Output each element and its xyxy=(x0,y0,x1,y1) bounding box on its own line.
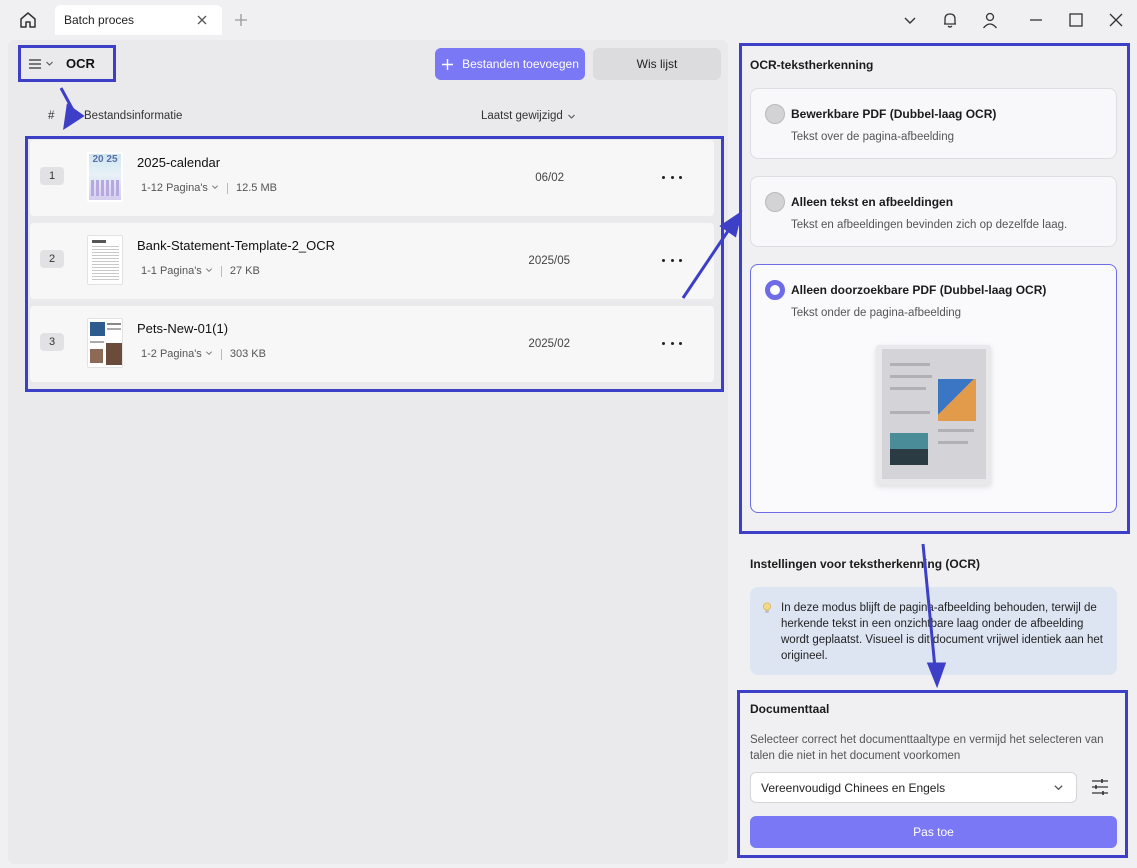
file-size: 12.5 MB xyxy=(236,182,277,194)
more-options-button[interactable] xyxy=(662,253,682,267)
file-size: 27 KB xyxy=(229,265,260,277)
row-number: 3 xyxy=(40,333,64,351)
file-date: 2025/02 xyxy=(528,338,570,350)
tab-batch-process[interactable]: Batch proces xyxy=(55,5,222,35)
more-icon xyxy=(662,341,682,345)
chevron-down-icon xyxy=(904,17,916,24)
row-number: 1 xyxy=(40,167,64,185)
page-range-select[interactable]: 1-1 Pagina's xyxy=(141,265,213,277)
file-size: 303 KB xyxy=(229,348,266,360)
thumbnail-text: 20 25 xyxy=(92,154,118,165)
option-desc: Tekst en afbeeldingen bevinden zich op d… xyxy=(791,219,1068,231)
radio-text-images[interactable] xyxy=(765,192,785,212)
tab-title: Batch proces xyxy=(64,13,135,27)
close-icon xyxy=(1109,13,1123,27)
row-number: 2 xyxy=(40,250,64,268)
chevron-down-icon xyxy=(567,114,575,119)
sliders-icon[interactable] xyxy=(1090,777,1110,797)
option-desc: Tekst onder de pagina-afbeelding xyxy=(791,307,962,319)
option-title: Alleen doorzoekbare PDF (Dubbel-laag OCR… xyxy=(791,283,1047,297)
language-select[interactable]: Vereenvoudigd Chinees en Engels xyxy=(750,772,1077,803)
notifications-button[interactable] xyxy=(940,10,960,30)
page-range: 1-12 Pagina's xyxy=(141,182,208,194)
apply-button[interactable]: Pas toe xyxy=(750,816,1117,848)
language-section-title: Documenttaal xyxy=(750,702,830,716)
close-window-button[interactable] xyxy=(1106,10,1126,30)
settings-section-title: Instellingen voor tekstherkenning (OCR) xyxy=(750,557,981,571)
column-header-modified-label: Laatst gewijzigd xyxy=(481,110,563,122)
clear-list-label: Wis lijst xyxy=(636,57,678,71)
option-desc: Tekst over de pagina-afbeelding xyxy=(791,131,955,143)
radio-searchable[interactable] xyxy=(765,280,785,300)
minimize-icon xyxy=(1030,19,1042,21)
bell-icon xyxy=(944,13,956,28)
file-thumbnail xyxy=(87,235,123,285)
more-icon xyxy=(662,175,682,179)
info-box: In deze modus blijft de pagina-afbeeldin… xyxy=(750,587,1117,675)
table-row[interactable]: 1 20 25 2025-calendar 1-12 Pagina's 12.5… xyxy=(30,140,714,216)
bulb-icon xyxy=(763,602,771,613)
language-desc: Selecteer correct het documenttaaltype e… xyxy=(750,734,1104,762)
file-name: Bank-Statement-Template-2_OCR xyxy=(137,238,335,253)
account-button[interactable] xyxy=(980,10,1000,30)
ocr-section-title: OCR-tekstherkenning xyxy=(750,58,874,72)
file-thumbnail: 20 25 xyxy=(87,152,123,202)
radio-editable[interactable] xyxy=(765,104,785,124)
hamburger-icon xyxy=(29,58,41,69)
option-title: Bewerkbare PDF (Dubbel-laag OCR) xyxy=(791,107,997,121)
ocr-option-text-images[interactable]: Alleen tekst en afbeeldingen Tekst en af… xyxy=(750,176,1117,247)
file-date: 06/02 xyxy=(535,172,564,184)
page-range: 1-2 Pagina's xyxy=(141,348,202,360)
page-range-select[interactable]: 1-12 Pagina's xyxy=(141,182,219,194)
more-options-button[interactable] xyxy=(662,170,682,184)
more-icon xyxy=(662,258,682,262)
table-row[interactable]: 3 Pets-New-01(1) 1-2 Pagina's 303 KB 202… xyxy=(30,306,714,382)
chevron-down-icon xyxy=(205,268,212,273)
file-thumbnail xyxy=(87,318,123,368)
minimize-button[interactable] xyxy=(1026,10,1046,30)
page-range-select[interactable]: 1-2 Pagina's xyxy=(141,348,213,360)
more-options-button[interactable] xyxy=(662,336,682,350)
chevron-down-icon xyxy=(1054,785,1063,791)
chevron-down-icon xyxy=(205,351,212,356)
option-title: Alleen tekst en afbeeldingen xyxy=(791,195,954,209)
file-meta: 1-2 Pagina's 303 KB xyxy=(141,348,266,360)
title-bar: Batch proces xyxy=(0,0,1137,40)
home-button[interactable] xyxy=(14,8,42,32)
ocr-option-searchable[interactable]: Alleen doorzoekbare PDF (Dubbel-laag OCR… xyxy=(750,264,1117,513)
file-list: 1 20 25 2025-calendar 1-12 Pagina's 12.5… xyxy=(25,136,724,392)
apply-label: Pas toe xyxy=(913,825,954,839)
plus-icon[interactable] xyxy=(232,11,250,29)
chevron-down-icon xyxy=(211,185,219,190)
ocr-option-editable[interactable]: Bewerkbare PDF (Dubbel-laag OCR) Tekst o… xyxy=(750,88,1117,159)
home-icon xyxy=(20,12,36,28)
menu-button[interactable] xyxy=(28,57,54,71)
maximize-icon xyxy=(1069,13,1083,27)
file-name: 2025-calendar xyxy=(137,155,221,170)
file-meta: 1-12 Pagina's 12.5 MB xyxy=(141,182,277,194)
file-list-panel: OCR Bestanden toevoegen Wis lijst # Best… xyxy=(8,40,728,864)
column-header-modified[interactable]: Laatst gewijzigd xyxy=(481,110,576,122)
file-meta: 1-1 Pagina's 27 KB xyxy=(141,265,260,277)
page-range: 1-1 Pagina's xyxy=(141,265,202,277)
maximize-button[interactable] xyxy=(1066,10,1086,30)
table-row[interactable]: 2 Bank-Statement-Template-2_OCR 1-1 Pagi… xyxy=(30,223,714,299)
info-text: In deze modus blijft de pagina-afbeeldin… xyxy=(781,602,1103,662)
file-date: 2025/05 xyxy=(528,255,570,267)
plus-icon xyxy=(442,58,454,70)
chevron-down-icon xyxy=(46,61,53,66)
file-name: Pets-New-01(1) xyxy=(137,321,229,336)
clear-list-button[interactable]: Wis lijst xyxy=(593,48,721,80)
ocr-header: OCR xyxy=(18,45,116,82)
user-icon xyxy=(982,12,998,29)
add-files-label: Bestanden toevoegen xyxy=(462,57,579,71)
dropdown-button[interactable] xyxy=(900,10,920,30)
column-header-number: # xyxy=(48,110,55,122)
column-header-info: Bestandsinformatie xyxy=(84,110,183,122)
document-preview-illustration xyxy=(876,345,991,485)
language-selected: Vereenvoudigd Chinees en Engels xyxy=(761,780,946,795)
close-icon[interactable] xyxy=(194,12,210,28)
add-files-button[interactable]: Bestanden toevoegen xyxy=(435,48,585,80)
page-title: OCR xyxy=(66,56,95,71)
